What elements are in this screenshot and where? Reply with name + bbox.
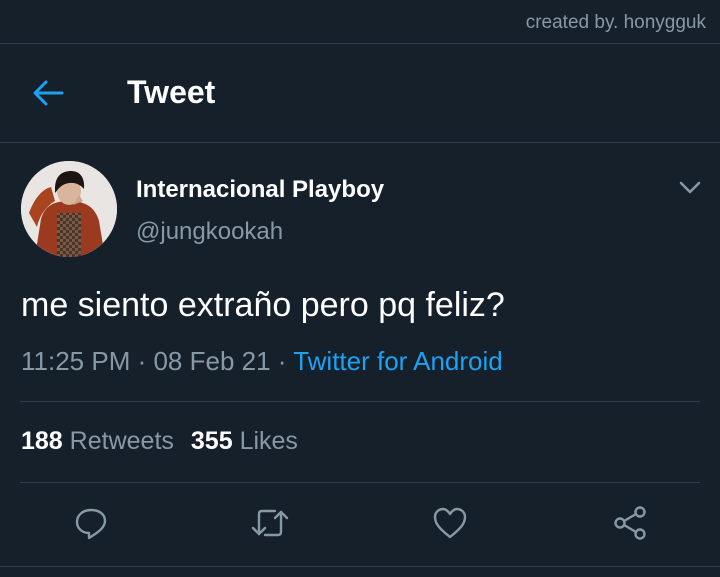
retweets-count: 188 <box>21 427 63 455</box>
retweet-button[interactable] <box>250 503 290 543</box>
share-button[interactable] <box>610 503 650 543</box>
bottom-divider <box>0 566 720 567</box>
retweet-icon <box>251 509 289 537</box>
stats-divider <box>20 482 700 483</box>
tweet-stats: 188 Retweets 355 Likes <box>21 427 298 456</box>
meta-separator: · <box>130 346 154 376</box>
like-button[interactable] <box>430 503 470 543</box>
heart-icon <box>433 507 467 539</box>
avatar-photo <box>21 161 117 257</box>
reply-icon <box>75 508 107 540</box>
likes-count: 355 <box>190 427 233 455</box>
tweet-text: me siento extraño pero pq feliz? <box>21 286 505 324</box>
tweet-source-link[interactable]: Twitter for Android <box>293 346 503 376</box>
share-icon <box>614 506 646 540</box>
top-app-bar: Tweet <box>0 44 720 142</box>
author-handle[interactable]: @jungkookah <box>136 218 283 246</box>
avatar[interactable] <box>21 161 117 257</box>
author-display-name[interactable]: Internacional Playboy <box>136 176 384 204</box>
tweet-date: 08 Feb 21 <box>153 346 271 376</box>
retweets-stat[interactable]: 188 Retweets <box>21 427 174 455</box>
arrow-left-icon <box>33 80 64 106</box>
likes-stat[interactable]: 355 Likes <box>191 427 298 455</box>
more-options-button[interactable] <box>676 176 704 200</box>
reply-button[interactable] <box>71 503 111 543</box>
header-divider <box>0 142 720 143</box>
retweets-label: Retweets <box>69 427 174 455</box>
tweet-metadata: 11:25 PM · 08 Feb 21 · Twitter for Andro… <box>21 346 503 377</box>
back-button[interactable] <box>30 77 66 109</box>
tweet-time: 11:25 PM <box>21 346 131 376</box>
meta-separator: · <box>270 346 294 376</box>
likes-label: Likes <box>239 427 298 455</box>
watermark-credit: created by. honygguk <box>525 12 706 33</box>
chevron-down-icon <box>679 181 701 194</box>
meta-divider <box>20 401 700 402</box>
page-title: Tweet <box>127 74 216 110</box>
